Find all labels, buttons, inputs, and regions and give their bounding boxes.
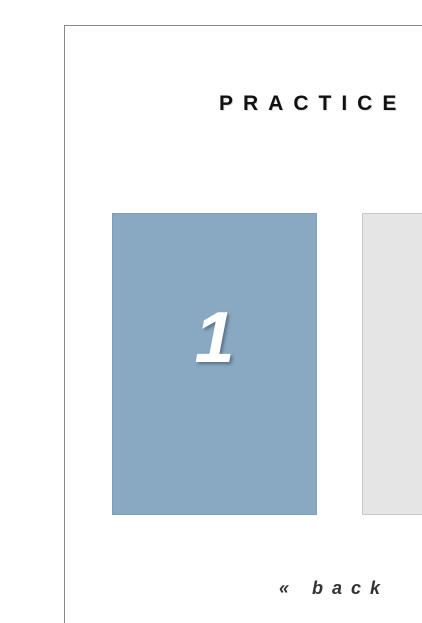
app-stage: PRACTICE 1 « back	[0, 0, 422, 623]
practice-card-1[interactable]: 1	[112, 213, 317, 515]
content-frame: PRACTICE 1 « back	[64, 25, 422, 623]
page-title: PRACTICE	[219, 92, 407, 115]
practice-card-2[interactable]	[362, 213, 422, 515]
back-link[interactable]: « back	[279, 578, 389, 598]
card-number: 1	[194, 298, 235, 378]
